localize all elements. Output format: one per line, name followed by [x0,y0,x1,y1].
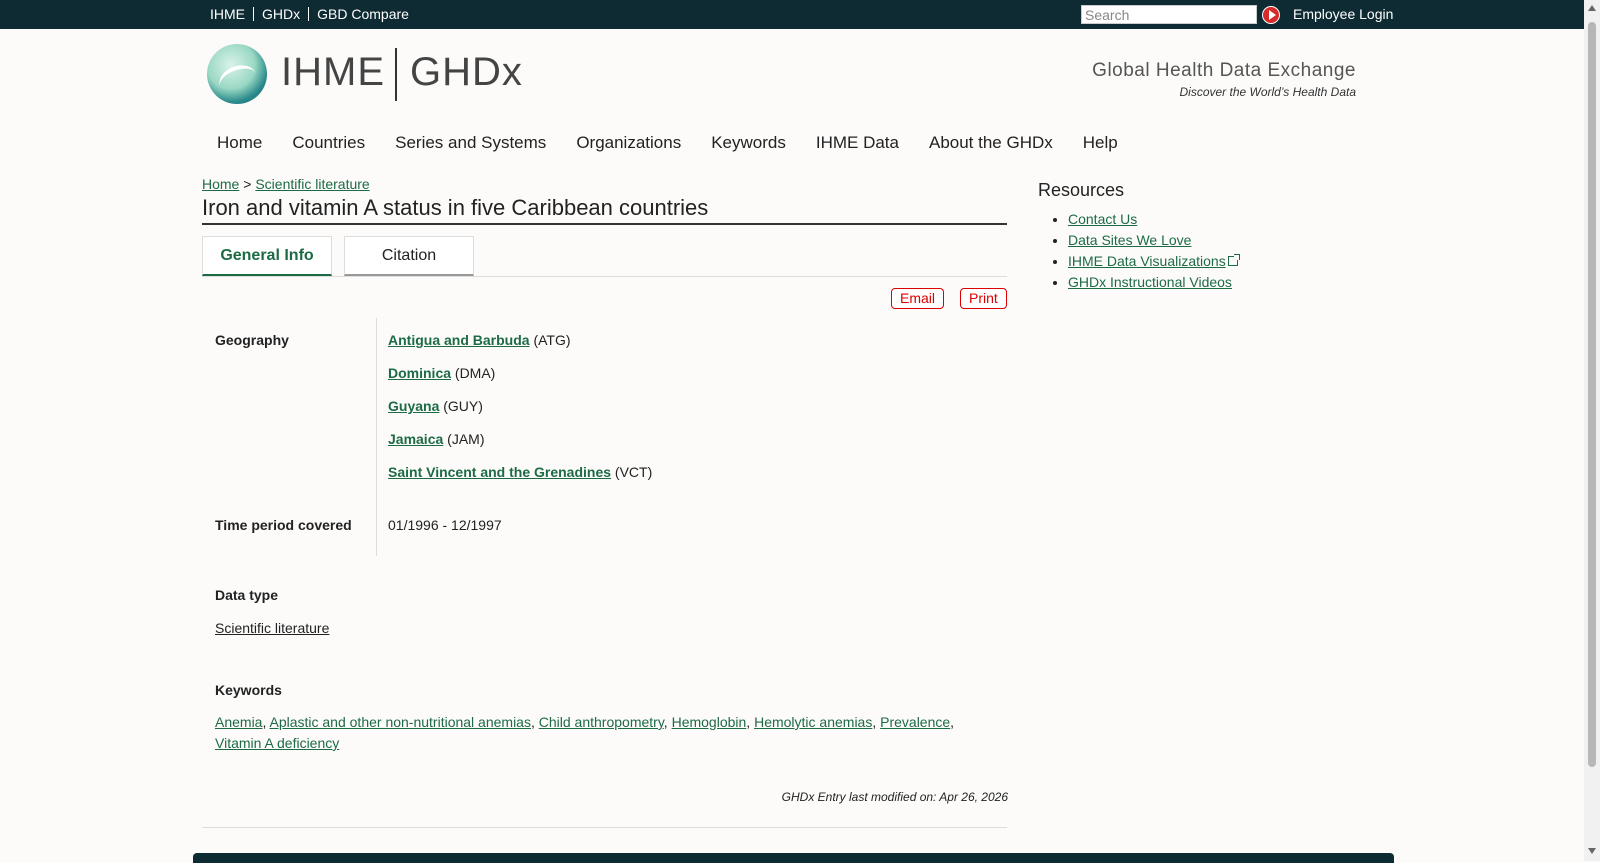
logo-divider [395,48,397,101]
print-button[interactable]: Print [960,288,1007,309]
content-divider [202,827,1007,828]
nav-item-organizations[interactable]: Organizations [561,133,696,153]
geography-item: Guyana (GUY) [388,398,483,414]
tagline-subtitle: Discover the World’s Health Data [1179,85,1356,99]
divider [253,7,254,21]
country-link[interactable]: Saint Vincent and the Grenadines [388,464,611,480]
resources-list: Contact Us Data Sites We Love IHME Data … [1038,211,1240,295]
keyword-link[interactable]: Prevalence [880,714,950,730]
geography-label: Geography [215,332,289,348]
nav-item-countries[interactable]: Countries [277,133,380,153]
search-go-icon[interactable] [1262,6,1280,24]
list-item: Data Sites We Love [1068,232,1238,249]
tab-citation[interactable]: Citation [344,236,474,276]
resource-videos[interactable]: GHDx Instructional Videos [1068,274,1232,290]
top-links: IHME GHDx GBD Compare [210,6,409,22]
breadcrumb: Home > Scientific literature [202,176,370,192]
keywords-list: Anemia, Aplastic and other non-nutrition… [215,714,955,751]
tabs-divider [202,276,1007,277]
country-link[interactable]: Antigua and Barbuda [388,332,530,348]
geography-item: Antigua and Barbuda (ATG) [388,332,571,348]
scrollbar-thumb[interactable] [1588,22,1596,767]
keyword-link[interactable]: Hemolytic anemias [754,714,872,730]
list-item: IHME Data Visualizations [1068,253,1240,270]
time-period-value: 01/1996 - 12/1997 [388,517,502,533]
breadcrumb-home[interactable]: Home [202,176,239,192]
logo-ihme-text[interactable]: IHME [281,50,385,95]
breadcrumb-section[interactable]: Scientific literature [255,176,369,192]
resource-contact-us[interactable]: Contact Us [1068,211,1137,227]
country-code: (ATG) [533,332,571,348]
nav-item-keywords[interactable]: Keywords [696,133,801,153]
nav-item-about[interactable]: About the GHDx [914,133,1068,153]
keywords-label: Keywords [215,682,282,698]
keyword-link[interactable]: Aplastic and other non-nutritional anemi… [269,714,531,730]
resource-data-sites[interactable]: Data Sites We Love [1068,232,1191,248]
breadcrumb-separator: > [243,176,252,192]
scroll-down-arrow-icon[interactable] [1588,848,1596,854]
nav-item-ihme-data[interactable]: IHME Data [801,133,914,153]
geography-item: Saint Vincent and the Grenadines (VCT) [388,464,652,480]
page-title: Iron and vitamin A status in five Caribb… [202,195,1007,225]
country-code: (VCT) [614,464,653,480]
time-period-label: Time period covered [215,517,352,533]
scrollbar[interactable] [1584,0,1600,861]
footer-bar [193,853,1394,863]
external-link-icon [1227,254,1240,266]
email-button[interactable]: Email [891,288,945,309]
last-modified-note: GHDx Entry last modified on: Apr 26, 202… [781,790,1008,804]
tab-general-info[interactable]: General Info [202,236,332,276]
nav-item-series-and-systems[interactable]: Series and Systems [380,133,561,153]
data-type-label: Data type [215,587,279,603]
country-code: (DMA) [454,365,496,381]
keyword-link[interactable]: Vitamin A deficiency [215,735,339,751]
ihme-logo-icon[interactable] [207,44,267,104]
resource-visualizations[interactable]: IHME Data Visualizations [1068,253,1226,269]
top-link-gbd-compare[interactable]: GBD Compare [317,6,409,22]
keyword-link[interactable]: Child anthropometry [539,714,664,730]
keyword-link[interactable]: Hemoglobin [672,714,747,730]
geography-item: Jamaica (JAM) [388,431,485,447]
top-bar: IHME GHDx GBD Compare Employee Login [0,0,1584,29]
resources-title: Resources [1038,180,1125,200]
country-link[interactable]: Dominica [388,365,451,381]
keyword-link[interactable]: Anemia [215,714,262,730]
scroll-up-arrow-icon[interactable] [1588,5,1596,11]
list-item: Contact Us [1068,211,1238,228]
geography-item: Dominica (DMA) [388,365,495,381]
data-type-link[interactable]: Scientific literature [215,620,329,636]
field-divider [376,318,377,556]
tagline-title: Global Health Data Exchange [1092,60,1356,81]
search-input[interactable] [1081,5,1257,24]
logo-ghdx-text[interactable]: GHDx [410,50,523,95]
list-item: GHDx Instructional Videos [1068,274,1238,291]
country-code: (JAM) [447,431,485,447]
employee-login-link[interactable]: Employee Login [1293,6,1393,22]
leaf-icon [215,60,261,100]
country-link[interactable]: Guyana [388,398,439,414]
main-nav: Home Countries Series and Systems Organizat… [202,133,1133,153]
divider [308,7,310,21]
nav-item-help[interactable]: Help [1068,133,1133,153]
top-link-ghdx[interactable]: GHDx [262,6,300,22]
nav-item-home[interactable]: Home [202,133,277,153]
country-code: (GUY) [443,398,483,414]
country-link[interactable]: Jamaica [388,431,443,447]
top-link-ihme[interactable]: IHME [210,6,245,22]
